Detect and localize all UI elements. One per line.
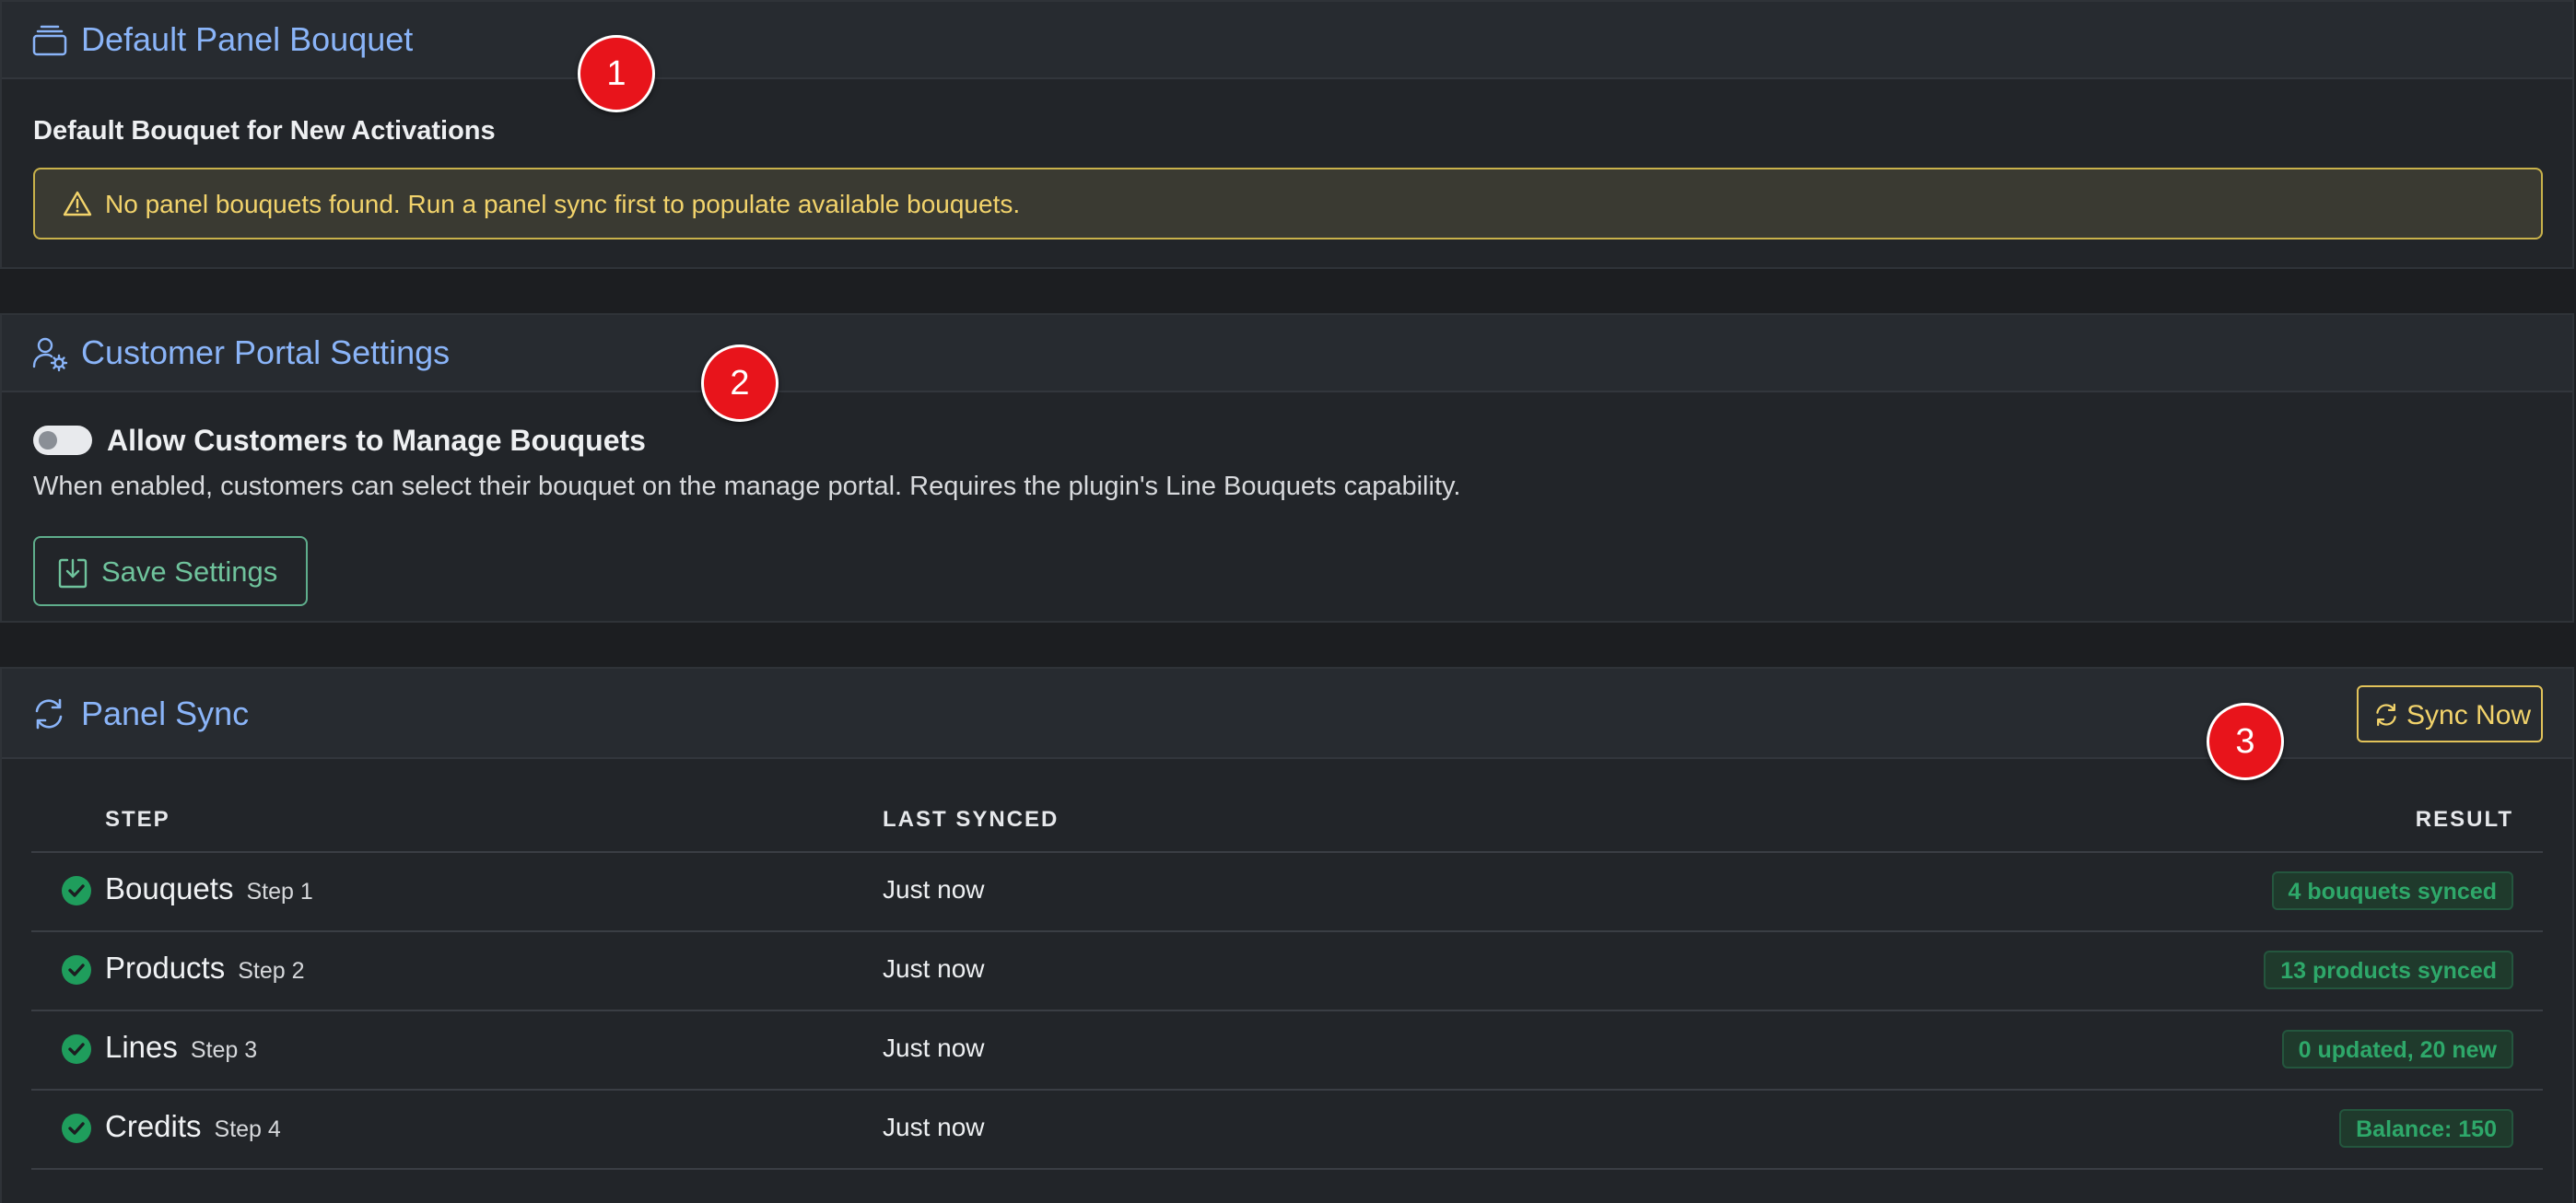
- card-header: Customer Portal Settings: [2, 315, 2572, 392]
- column-header-step: STEP: [105, 807, 170, 832]
- alert-text: No panel bouquets found. Run a panel syn…: [105, 190, 1021, 218]
- annotation-marker-2: 2: [701, 345, 779, 422]
- last-synced-value: Just now: [883, 1113, 985, 1141]
- user-gear-icon: [31, 335, 68, 377]
- sync-icon: [2373, 702, 2399, 732]
- annotation-marker-1: 1: [578, 35, 655, 112]
- default-bouquet-label: Default Bouquet for New Activations: [33, 116, 496, 146]
- column-header-last-synced: LAST SYNCED: [883, 807, 1060, 832]
- sync-icon: [31, 696, 66, 736]
- stack-icon: [31, 24, 68, 62]
- check-circle-icon: [61, 875, 92, 911]
- toggle-knob: [39, 431, 57, 450]
- step-name: Lines Step 3: [105, 1030, 258, 1064]
- step-name: Bouquets Step 1: [105, 871, 313, 905]
- table-row: Lines Step 3 Just now 0 updated, 20 new: [31, 1011, 2543, 1089]
- annotation-marker-3: 3: [2207, 703, 2284, 780]
- card-title: Customer Portal Settings: [81, 333, 451, 371]
- sync-now-label: Sync Now: [2406, 700, 2532, 730]
- column-header-result: RESULT: [2415, 807, 2513, 832]
- result-badge: 0 updated, 20 new: [2281, 1030, 2513, 1069]
- toggle-help-text: When enabled, customers can select their…: [33, 472, 1461, 501]
- result-badge: 13 products synced: [2264, 951, 2513, 989]
- step-name: Products Step 2: [105, 951, 305, 985]
- default-panel-bouquet-card: Default Panel Bouquet Default Bouquet fo…: [0, 0, 2574, 269]
- check-circle-icon: [61, 1113, 92, 1149]
- card-header: Default Panel Bouquet: [2, 2, 2572, 79]
- last-synced-value: Just now: [883, 1034, 985, 1062]
- table-row: Credits Step 4 Just now Balance: 150: [31, 1091, 2543, 1168]
- manage-bouquets-toggle[interactable]: [33, 426, 92, 455]
- toggle-label: Allow Customers to Manage Bouquets: [107, 424, 646, 457]
- save-settings-label: Save Settings: [101, 555, 278, 588]
- save-icon: [57, 556, 88, 594]
- customer-portal-settings-card: Customer Portal Settings Allow Customers…: [0, 313, 2574, 623]
- no-bouquets-alert: No panel bouquets found. Run a panel syn…: [33, 168, 2543, 239]
- last-synced-value: Just now: [883, 954, 985, 983]
- last-synced-value: Just now: [883, 875, 985, 904]
- check-circle-icon: [61, 954, 92, 990]
- step-name: Credits Step 4: [105, 1109, 281, 1143]
- check-circle-icon: [61, 1034, 92, 1069]
- table-row: Products Step 2 Just now 13 products sync…: [31, 932, 2543, 1010]
- card-title: Default Panel Bouquet: [81, 20, 414, 58]
- result-badge: Balance: 150: [2339, 1109, 2513, 1148]
- sync-now-button[interactable]: Sync Now: [2357, 685, 2543, 742]
- card-title: Panel Sync: [81, 695, 250, 732]
- card-header: Panel Sync Sync Now: [2, 669, 2572, 759]
- panel-sync-card: Panel Sync Sync Now STEP LAST SYNCED RES…: [0, 667, 2574, 1203]
- warning-icon: [63, 190, 92, 222]
- row-divider: [31, 1168, 2543, 1170]
- result-badge: 4 bouquets synced: [2271, 871, 2513, 910]
- save-settings-button[interactable]: Save Settings: [33, 536, 308, 606]
- table-row: Bouquets Step 1 Just now 4 bouquets synce…: [31, 853, 2543, 930]
